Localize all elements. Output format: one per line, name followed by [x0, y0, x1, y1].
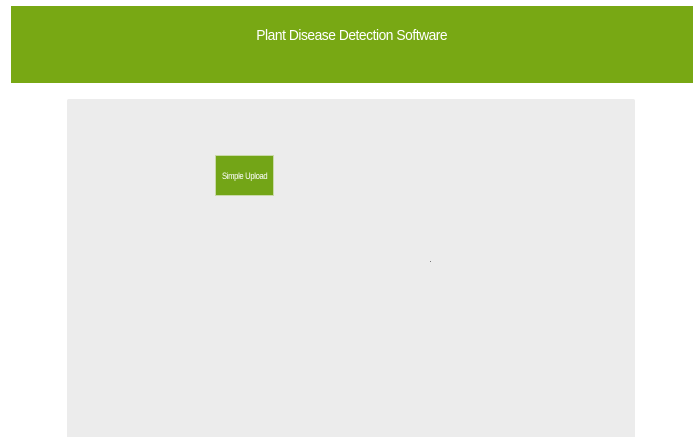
simple-upload-label: Simple Upload — [221, 170, 268, 181]
app-header: Plant Disease Detection Software — [11, 6, 693, 83]
main-panel: Simple Upload — [67, 99, 635, 437]
page-title: Plant Disease Detection Software — [256, 27, 448, 44]
simple-upload-button[interactable]: Simple Upload — [215, 155, 274, 196]
loading-indicator — [430, 261, 431, 262]
